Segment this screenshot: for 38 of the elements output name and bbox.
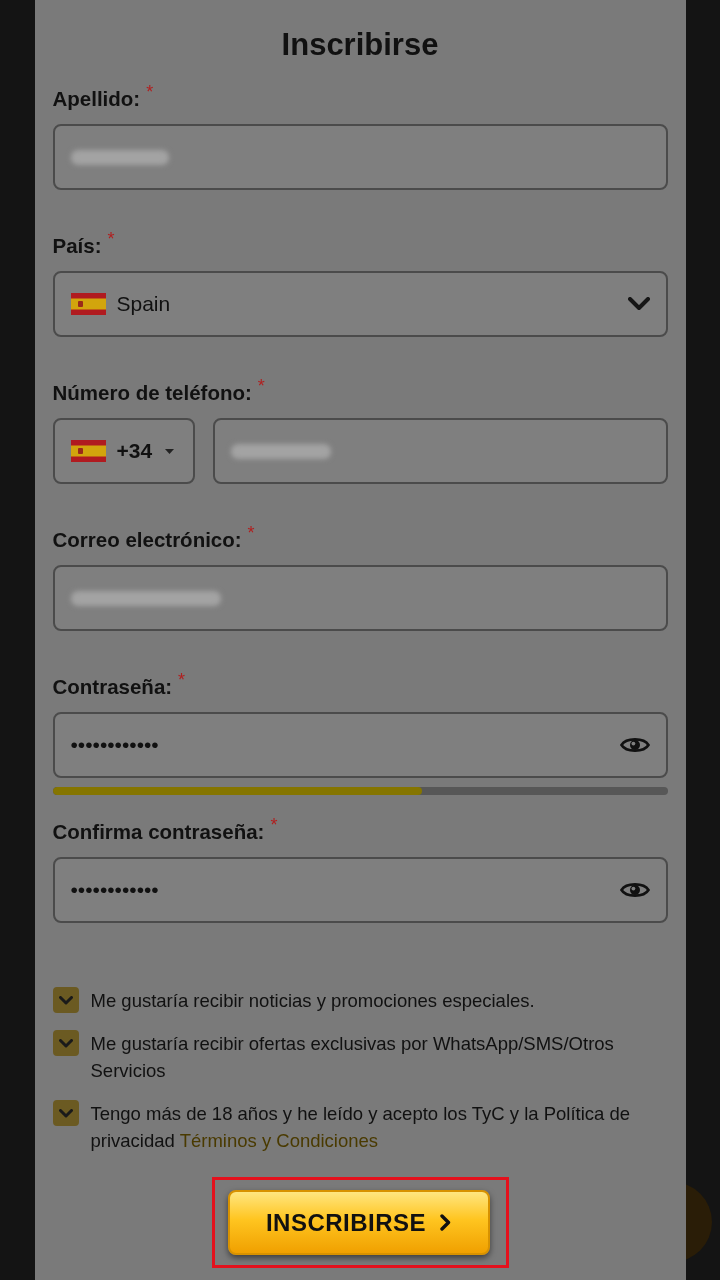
terms-link[interactable]: Términos y Condiciones [179,1130,379,1151]
eye-icon[interactable] [619,735,650,755]
checkbox[interactable] [52,987,79,1013]
dialog-title: Inscribirse [281,26,439,64]
password-field[interactable]: •••••••••••• [52,712,668,778]
consent-text: Me gustaría recibir ofertas exclusivas por WhatsApp/SMS/Otros Servicios [90,1032,615,1083]
consent-text: Me gustaría recibir noticias y promociones especiales. [90,989,535,1013]
field-label: Confirma contraseña: [52,819,265,845]
chevron-right-icon [440,1214,452,1231]
checkmark-icon [58,1038,73,1048]
email-field[interactable] [52,565,668,631]
checkbox[interactable] [52,1100,79,1126]
field-label: Correo electrónico: [52,527,242,553]
required-asterisk: * [107,231,115,247]
country-select[interactable]: Spain [52,271,668,337]
required-asterisk: * [257,378,265,394]
checkbox[interactable] [52,1030,79,1056]
phone-field[interactable] [212,418,668,484]
field-label: País: [52,233,102,259]
required-asterisk: * [178,672,186,688]
checkmark-icon [58,995,73,1005]
required-asterisk: * [247,525,255,541]
signup-button[interactable]: INSCRIBIRSE [227,1190,490,1255]
country-code-select[interactable]: +34 [52,418,195,484]
consent-text: Tengo más de 18 años y he leído y acepto los TyC y la Política de privacidad Términos y Condiciones [90,1102,632,1153]
text-field[interactable] [52,124,668,190]
flag-icon [70,293,106,315]
required-asterisk: * [146,84,154,100]
eye-icon[interactable] [619,880,650,900]
required-asterisk: * [270,817,278,833]
field-label: Apellido: [52,86,141,112]
chevron-down-icon [627,297,650,311]
password-field[interactable]: •••••••••••• [52,857,668,923]
caret-down-icon [165,448,175,454]
checkmark-icon [58,1108,73,1118]
flag-icon [70,440,106,462]
field-label: Número de teléfono: [52,380,252,406]
field-label: Contraseña: [52,674,173,700]
